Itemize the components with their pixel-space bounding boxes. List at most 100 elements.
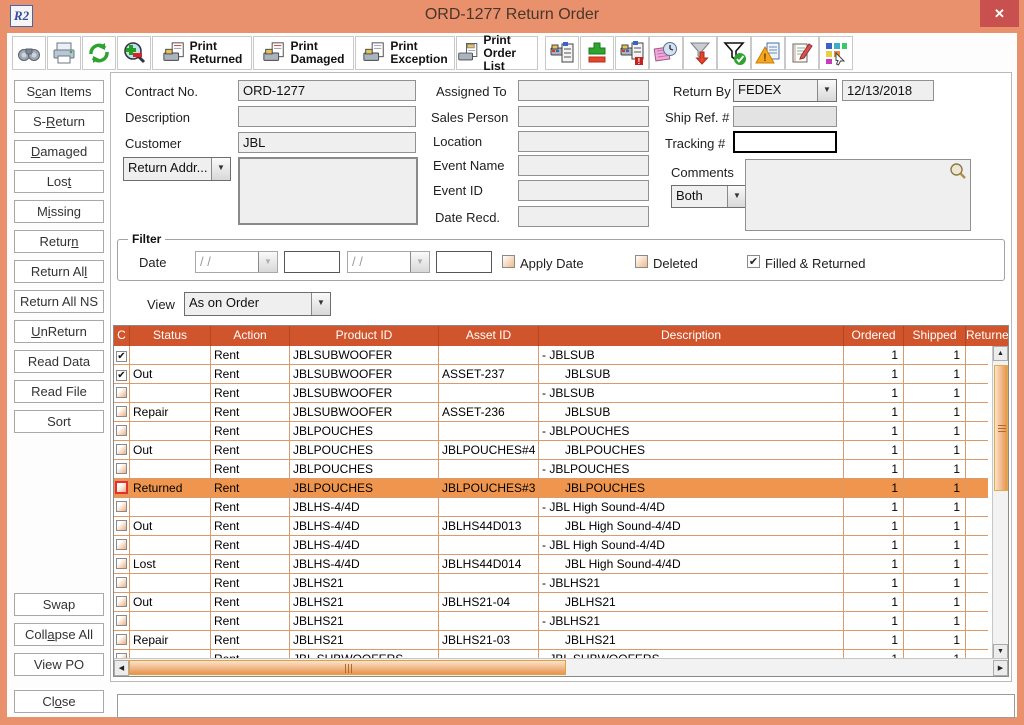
filter-time-from-input[interactable] (284, 251, 340, 273)
column-header-status[interactable]: Status (130, 326, 211, 346)
print-exception-button[interactable]: PrintException (355, 36, 455, 70)
scroll-up-button[interactable]: ▲ (993, 346, 1008, 361)
notes-history-button[interactable] (649, 36, 683, 70)
print-damaged-button[interactable]: PrintDamaged (253, 36, 354, 70)
search-comments-icon[interactable] (949, 162, 967, 180)
close-window-button[interactable]: ✕ (980, 0, 1019, 27)
row-checkbox[interactable] (116, 463, 127, 474)
exception-report-button[interactable]: ! (751, 36, 785, 70)
funnel-download-button[interactable] (683, 36, 717, 70)
row-checkbox[interactable] (116, 634, 127, 645)
sidebar-button-missing[interactable]: Missing (14, 200, 104, 223)
table-row[interactable]: RentJBLPOUCHES- JBLPOUCHES11 (114, 422, 988, 441)
column-header-ordered[interactable]: Ordered (844, 326, 904, 346)
return-date-field[interactable]: 12/13/2018 (842, 80, 934, 101)
ship-ref-field[interactable] (733, 106, 837, 127)
column-header-c[interactable]: C (114, 326, 130, 346)
row-checkbox[interactable] (116, 558, 127, 569)
chevron-down-icon[interactable]: ▼ (211, 158, 230, 180)
table-row[interactable]: RentJBLHS-4/4D- JBL High Sound-4/4D11 (114, 498, 988, 517)
sidebar-button-lost[interactable]: Lost (14, 170, 104, 193)
row-checkbox[interactable] (116, 501, 127, 512)
sidebar-button-return-all-ns[interactable]: Return All NS (14, 290, 104, 313)
table-row[interactable]: OutRentJBLHS21JBLHS21-04JBLHS2111 (114, 593, 988, 612)
contract-no-field[interactable]: ORD-1277 (238, 80, 416, 101)
sidebar-button-close[interactable]: Close (14, 690, 104, 713)
sidebar-button-s-return[interactable]: S-Return (14, 110, 104, 133)
print-button[interactable] (47, 36, 81, 70)
comments-mode-combo[interactable]: Both ▼ (671, 185, 747, 208)
date-recd-field[interactable] (518, 206, 649, 227)
column-header-product-id[interactable]: Product ID (290, 326, 439, 346)
row-checkbox[interactable] (116, 425, 127, 436)
assigned-to-field[interactable] (518, 80, 649, 101)
return-address-textarea[interactable] (238, 157, 418, 225)
column-header-returned[interactable]: Returned (966, 326, 1009, 346)
find-button[interactable] (12, 36, 46, 70)
table-row[interactable]: ✔OutRentJBLSUBWOOFERASSET-237JBLSUB11 (114, 365, 988, 384)
row-checkbox[interactable] (116, 406, 127, 417)
row-checkbox[interactable] (115, 481, 128, 494)
description-field[interactable] (238, 106, 416, 127)
customize-layout-button[interactable] (819, 36, 853, 70)
customer-field[interactable]: JBL (238, 132, 416, 153)
return-addr-combo[interactable]: Return Addr... ▼ (123, 157, 231, 181)
column-header-action[interactable]: Action (211, 326, 290, 346)
column-header-description[interactable]: Description (539, 326, 844, 346)
event-id-field[interactable] (518, 180, 649, 201)
zoom-add-remove-button[interactable] (117, 36, 151, 70)
row-checkbox[interactable]: ✔ (116, 351, 127, 362)
filter-time-to-input[interactable] (436, 251, 492, 273)
vertical-scrollbar[interactable]: ▲ ▼ (992, 346, 1008, 659)
tracking-field[interactable] (733, 131, 837, 153)
horizontal-scroll-thumb[interactable] (129, 660, 566, 675)
view-combo[interactable]: As on Order ▼ (184, 292, 331, 316)
column-header-shipped[interactable]: Shipped (904, 326, 966, 346)
filter-date-from-combo[interactable]: / / ▼ (195, 251, 278, 273)
table-row[interactable]: RentJBLHS-4/4D- JBL High Sound-4/4D11 (114, 536, 988, 555)
table-row[interactable]: RentJBLPOUCHES- JBLPOUCHES11 (114, 460, 988, 479)
row-checkbox[interactable] (116, 520, 127, 531)
filled-returned-checkbox[interactable]: ✔ (747, 255, 760, 268)
sidebar-button-swap[interactable]: Swap (14, 593, 104, 616)
chevron-down-icon[interactable]: ▼ (727, 186, 746, 207)
add-remove-button[interactable] (580, 36, 614, 70)
deleted-checkbox[interactable] (635, 255, 648, 268)
table-row[interactable]: OutRentJBLHS-4/4DJBLHS44D013JBL High Sou… (114, 517, 988, 536)
print-alert-button[interactable]: ! (615, 36, 649, 70)
sidebar-button-view-po[interactable]: View PO (14, 653, 104, 676)
table-row[interactable]: ✔RentJBLSUBWOOFER- JBLSUB11 (114, 346, 988, 365)
sidebar-button-damaged[interactable]: Damaged (14, 140, 104, 163)
row-checkbox[interactable]: ✔ (116, 370, 127, 381)
table-row[interactable]: RepairRentJBLHS21JBLHS21-03JBLHS2111 (114, 631, 988, 650)
vertical-scroll-thumb[interactable] (994, 365, 1008, 491)
print-checklist-button[interactable] (545, 36, 579, 70)
print-order-list-button[interactable]: PrintOrder List (456, 36, 538, 70)
table-row[interactable]: RentJBLHS21- JBLHS2111 (114, 612, 988, 631)
row-checkbox[interactable] (116, 387, 127, 398)
filter-date-to-combo[interactable]: / / ▼ (347, 251, 430, 273)
scroll-left-button[interactable]: ◀ (114, 660, 129, 676)
location-field[interactable] (518, 131, 649, 152)
return-by-combo[interactable]: FEDEX ▼ (733, 79, 837, 102)
chevron-down-icon[interactable]: ▼ (817, 80, 836, 101)
table-row[interactable]: LostRentJBLHS-4/4DJBLHS44D014JBL High So… (114, 555, 988, 574)
table-row[interactable]: RentJBL SUBWOOFERS- JBL SUBWOOFERS11 (114, 650, 988, 658)
row-checkbox[interactable] (116, 596, 127, 607)
table-row[interactable]: RentJBLSUBWOOFER- JBLSUB11 (114, 384, 988, 403)
sidebar-button-return[interactable]: Return (14, 230, 104, 253)
scroll-down-button[interactable]: ▼ (993, 644, 1008, 659)
chevron-down-icon[interactable]: ▼ (258, 252, 277, 272)
sidebar-button-read-data[interactable]: Read Data (14, 350, 104, 373)
table-row[interactable]: ReturnedRentJBLPOUCHESJBLPOUCHES#3JBLPOU… (114, 479, 988, 498)
sidebar-button-sort[interactable]: Sort (14, 410, 104, 433)
edit-notes-button[interactable] (785, 36, 819, 70)
table-row[interactable]: OutRentJBLPOUCHESJBLPOUCHES#4JBLPOUCHES1… (114, 441, 988, 460)
row-checkbox[interactable] (116, 444, 127, 455)
event-name-field[interactable] (518, 155, 649, 176)
scroll-right-button[interactable]: ▶ (993, 660, 1008, 676)
sidebar-button-unreturn[interactable]: UnReturn (14, 320, 104, 343)
sidebar-button-read-file[interactable]: Read File (14, 380, 104, 403)
column-header-asset-id[interactable]: Asset ID (439, 326, 539, 346)
comments-textarea[interactable] (745, 159, 971, 231)
